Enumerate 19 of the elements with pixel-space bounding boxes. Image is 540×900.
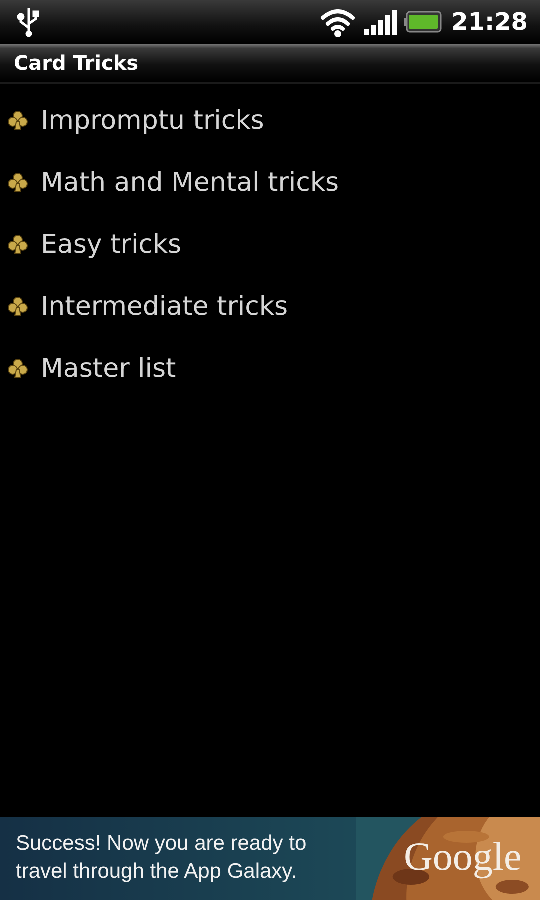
- club-icon: [8, 172, 28, 194]
- list-item[interactable]: Easy tricks: [0, 214, 540, 276]
- clock-time: 21:28: [452, 8, 528, 36]
- club-icon: [8, 234, 28, 256]
- signal-icon: [364, 9, 398, 35]
- club-icon: [8, 296, 28, 318]
- list-item[interactable]: Impromptu tricks: [0, 90, 540, 152]
- brand-name: Google: [404, 833, 522, 880]
- battery-icon: [404, 11, 442, 33]
- list-item[interactable]: Intermediate tricks: [0, 276, 540, 338]
- list-item[interactable]: Master list: [0, 338, 540, 400]
- list-item[interactable]: Math and Mental tricks: [0, 152, 540, 214]
- ad-message: Success! Now you are ready to travel through the App Galaxy.: [15, 831, 308, 885]
- club-icon: [8, 358, 28, 380]
- wifi-icon: [320, 7, 356, 37]
- ad-banner[interactable]: Success! Now you are ready to travel through the App Galaxy. Google: [0, 817, 540, 900]
- app-title: Card Tricks: [14, 51, 139, 75]
- usb-icon: [16, 6, 42, 38]
- club-icon: [8, 110, 28, 132]
